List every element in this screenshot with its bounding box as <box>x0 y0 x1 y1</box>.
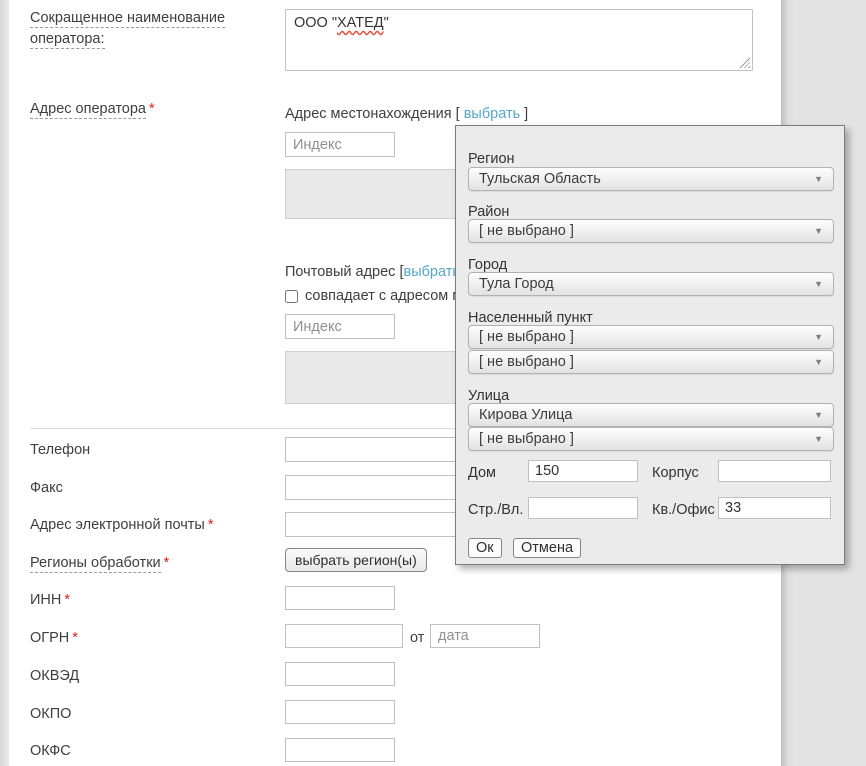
chevron-down-icon: ▼ <box>814 404 823 426</box>
processing-regions-label-text: Регионы обработки <box>30 555 161 573</box>
required-asterisk: * <box>208 517 214 533</box>
building-label: Корпус <box>652 465 699 481</box>
processing-regions-label: Регионы обработки* <box>30 553 169 574</box>
house-input[interactable] <box>528 460 638 482</box>
postal-index-input[interactable] <box>285 314 395 339</box>
city-select-value: Тула Город <box>479 276 554 292</box>
okved-input[interactable] <box>285 662 395 686</box>
location-address-header: Адрес местонахождения [ выбрать ] <box>285 104 528 125</box>
district-select-value: [ не выбрано ] <box>479 223 574 239</box>
district-select[interactable]: [ не выбрано ] ▼ <box>468 219 834 243</box>
email-label-text: Адрес электронной почты <box>30 517 205 533</box>
inn-label-text: ИНН <box>30 592 61 608</box>
okved-label-text: ОКВЭД <box>30 668 79 684</box>
postal-address-select-link[interactable]: выбрать <box>403 264 459 280</box>
okfs-label-text: ОКФС <box>30 743 71 759</box>
postal-address-title: Почтовый адрес [ <box>285 264 403 280</box>
settlement-label: Населенный пункт <box>468 310 593 326</box>
required-asterisk: * <box>64 592 70 608</box>
short-name-textarea[interactable]: ООО "ХАТЕД" <box>285 9 753 71</box>
required-asterisk: * <box>164 555 170 571</box>
okpo-label-text: ОКПО <box>30 706 71 722</box>
settlement-select-secondary-value: [ не выбрано ] <box>479 354 574 370</box>
structure-label: Стр./Вл. <box>468 502 523 518</box>
street-select-value: Кирова Улица <box>479 407 572 423</box>
page-left-gutter <box>0 0 9 766</box>
location-address-select-link[interactable]: выбрать <box>464 106 520 122</box>
email-label: Адрес электронной почты* <box>30 515 214 536</box>
phone-label: Телефон <box>30 440 90 461</box>
ogrn-date-input[interactable] <box>430 624 540 648</box>
city-label: Город <box>468 257 507 273</box>
okpo-input[interactable] <box>285 700 395 724</box>
cancel-button[interactable]: Отмена <box>513 538 581 558</box>
city-select[interactable]: Тула Город ▼ <box>468 272 834 296</box>
location-address-title: Адрес местонахождения [ <box>285 106 464 122</box>
street-select[interactable]: Кирова Улица ▼ <box>468 403 834 427</box>
street-select-secondary[interactable]: [ не выбрано ] ▼ <box>468 427 834 451</box>
settlement-select-value: [ не выбрано ] <box>479 329 574 345</box>
operator-address-label-text: Адрес оператора <box>30 101 146 119</box>
operator-registration-form: Сокращенное наименование оператора: ООО … <box>0 0 866 766</box>
ogrn-label-text: ОГРН <box>30 630 69 646</box>
office-label: Кв./Офис <box>652 502 715 518</box>
settlement-select[interactable]: [ не выбрано ] ▼ <box>468 325 834 349</box>
location-address-title-close: ] <box>520 106 528 122</box>
ogrn-label: ОГРН* <box>30 628 78 649</box>
short-name-label: Сокращенное наименование оператора: <box>30 8 270 50</box>
street-label: Улица <box>468 388 509 404</box>
short-name-label-text: Сокращенное наименование оператора: <box>30 10 225 49</box>
operator-address-label: Адрес оператора* <box>30 99 155 120</box>
postal-address-header: Почтовый адрес [выбрать ] <box>285 262 468 283</box>
chevron-down-icon: ▼ <box>814 168 823 190</box>
chevron-down-icon: ▼ <box>814 273 823 295</box>
address-picker-dialog: Регион Тульская Область ▼ Район [ не выб… <box>455 125 845 565</box>
required-asterisk: * <box>149 101 155 117</box>
ok-button[interactable]: Ок <box>468 538 502 558</box>
select-regions-button[interactable]: выбрать регион(ы) <box>285 548 427 572</box>
same-address-checkbox[interactable] <box>285 290 298 303</box>
phone-label-text: Телефон <box>30 442 90 458</box>
street-select-secondary-value: [ не выбрано ] <box>479 431 574 447</box>
required-asterisk: * <box>72 630 78 646</box>
structure-input[interactable] <box>528 497 638 519</box>
ogrn-input[interactable] <box>285 624 403 648</box>
chevron-down-icon: ▼ <box>814 428 823 450</box>
okfs-label: ОКФС <box>30 741 71 762</box>
settlement-select-secondary[interactable]: [ не выбрано ] ▼ <box>468 350 834 374</box>
location-index-input[interactable] <box>285 132 395 157</box>
chevron-down-icon: ▼ <box>814 351 823 373</box>
office-input[interactable] <box>718 497 831 519</box>
region-select-value: Тульская Область <box>479 171 601 187</box>
fax-label-text: Факс <box>30 480 63 496</box>
short-name-value-suffix: " <box>384 15 389 31</box>
okfs-input[interactable] <box>285 738 395 762</box>
short-name-value-prefix: ООО " <box>294 15 337 31</box>
inn-input[interactable] <box>285 586 395 610</box>
district-label: Район <box>468 204 509 220</box>
okved-label: ОКВЭД <box>30 666 79 687</box>
region-label: Регион <box>468 151 515 167</box>
building-input[interactable] <box>718 460 831 482</box>
chevron-down-icon: ▼ <box>814 326 823 348</box>
ogrn-from-label: от <box>410 628 424 649</box>
region-select[interactable]: Тульская Область ▼ <box>468 167 834 191</box>
resize-handle-icon[interactable] <box>739 57 750 68</box>
fax-label: Факс <box>30 478 63 499</box>
chevron-down-icon: ▼ <box>814 220 823 242</box>
inn-label: ИНН* <box>30 590 70 611</box>
house-label: Дом <box>468 465 496 481</box>
short-name-misspelled-word: ХАТЕД <box>337 15 384 31</box>
okpo-label: ОКПО <box>30 704 71 725</box>
